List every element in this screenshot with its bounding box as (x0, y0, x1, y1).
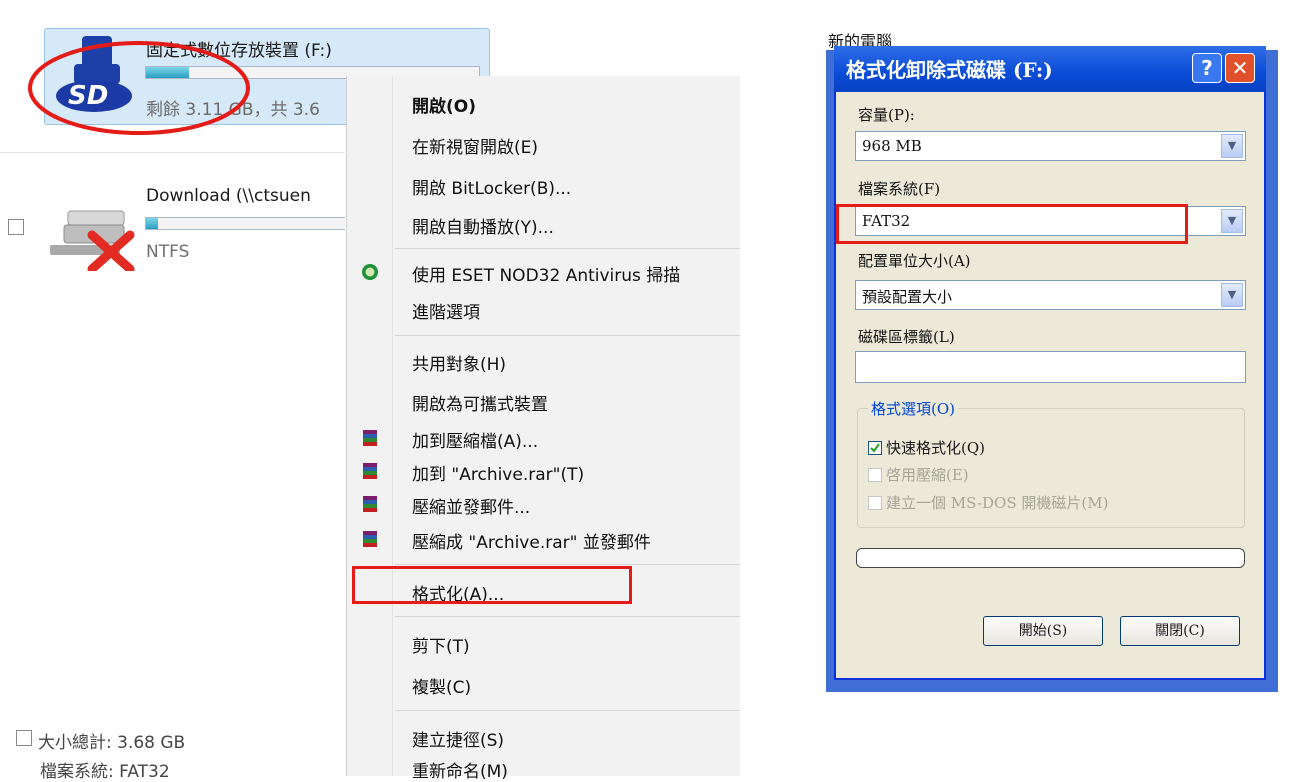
network-drive-disconnected-icon (50, 210, 135, 271)
capacity-label: 容量(P): (858, 106, 915, 124)
menu-item-copy[interactable]: 複製(C) (412, 673, 471, 698)
close-button[interactable]: 關閉(C) (1120, 616, 1240, 646)
allocation-size-value: 預設配置大小 (862, 288, 953, 306)
menu-item-eset-scan[interactable]: 使用 ESET NOD32 Antivirus 掃描 (412, 261, 680, 286)
menu-gutter (392, 76, 393, 776)
menu-item-add-to-archive[interactable]: 加到壓縮檔(A)... (412, 427, 538, 452)
winrar-icon (363, 531, 377, 547)
msdos-startup-disk-checkbox[interactable]: 建立一個 MS-DOS 開機磁片(M) (868, 492, 1108, 513)
divider (0, 152, 345, 153)
volume-label-label: 磁碟區標籤(L) (858, 328, 955, 346)
quick-format-label: 快速格式化(Q) (886, 439, 986, 457)
format-highlight-box (352, 566, 632, 604)
drive-fs-network: NTFS (146, 242, 190, 262)
msdos-startup-disk-label: 建立一個 MS-DOS 開機磁片(M) (886, 494, 1109, 512)
menu-item-compress-rar-and-email[interactable]: 壓縮成 "Archive.rar" 並發郵件 (412, 528, 651, 553)
close-icon[interactable]: ✕ (1225, 53, 1255, 83)
format-options-legend: 格式選項(O) (868, 398, 959, 419)
menu-item-open-as-portable[interactable]: 開啟為可攜式裝置 (412, 390, 548, 415)
format-progress-bar (856, 548, 1245, 568)
volume-label-input[interactable] (855, 351, 1246, 383)
red-circle-annotation (28, 41, 250, 135)
chevron-down-icon[interactable]: ▼ (1221, 134, 1243, 158)
drive-usage-fill-network (146, 218, 158, 229)
winrar-icon (363, 496, 377, 512)
quick-format-checkbox[interactable]: 快速格式化(Q) (868, 437, 985, 458)
filesystem-label: 檔案系統(F) (858, 180, 941, 198)
winrar-icon (363, 430, 377, 446)
drive-select-checkbox[interactable] (8, 219, 24, 235)
details-checkbox[interactable] (16, 730, 32, 746)
enable-compression-label: 啓用壓縮(E) (886, 466, 969, 484)
menu-item-advanced[interactable]: 進階選項 (412, 298, 480, 323)
menu-item-rename[interactable]: 重新命名(M) (412, 757, 508, 782)
capacity-select[interactable]: 968 MB ▼ (855, 131, 1246, 161)
menu-item-compress-and-email[interactable]: 壓縮並發郵件... (412, 493, 530, 518)
menu-item-open[interactable]: 開啟(O) (412, 92, 476, 117)
menu-item-bitlocker[interactable]: 開啟 BitLocker(B)... (412, 174, 571, 199)
menu-item-share-with[interactable]: 共用對象(H) (412, 350, 506, 375)
menu-separator (395, 248, 740, 249)
help-button[interactable]: ? (1192, 53, 1222, 83)
filesystem-label: 檔案系統: FAT32 (40, 762, 170, 782)
menu-separator (395, 335, 740, 336)
chevron-down-icon[interactable]: ▼ (1221, 283, 1243, 307)
menu-separator (395, 616, 740, 617)
allocation-size-select[interactable]: 預設配置大小 ▼ (855, 280, 1246, 310)
menu-item-create-shortcut[interactable]: 建立捷徑(S) (412, 726, 504, 751)
winrar-icon (363, 463, 377, 479)
drive-title-network: Download (\\ctsuen (146, 186, 311, 206)
capacity-value: 968 MB (862, 137, 922, 155)
eset-icon (362, 264, 378, 280)
menu-item-open-new-window[interactable]: 在新視窗開啟(E) (412, 133, 538, 158)
menu-item-autoplay[interactable]: 開啟自動播放(Y)... (412, 213, 554, 238)
checkmark-icon (868, 441, 882, 455)
menu-separator (395, 710, 740, 711)
filesystem-highlight-box (836, 204, 1188, 244)
menu-item-cut[interactable]: 剪下(T) (412, 632, 470, 657)
dialog-title: 格式化卸除式磁碟 (F:) (846, 58, 1053, 82)
menu-separator (395, 564, 740, 565)
menu-item-add-to-archive-rar[interactable]: 加到 "Archive.rar"(T) (412, 460, 584, 485)
enable-compression-checkbox[interactable]: 啓用壓縮(E) (868, 464, 969, 485)
chevron-down-icon[interactable]: ▼ (1221, 209, 1243, 233)
allocation-size-label: 配置單位大小(A) (858, 252, 971, 270)
drive-usage-bar-network (145, 217, 345, 230)
start-button[interactable]: 開始(S) (983, 616, 1103, 646)
size-total-label: 大小總計: 3.68 GB (38, 733, 186, 753)
